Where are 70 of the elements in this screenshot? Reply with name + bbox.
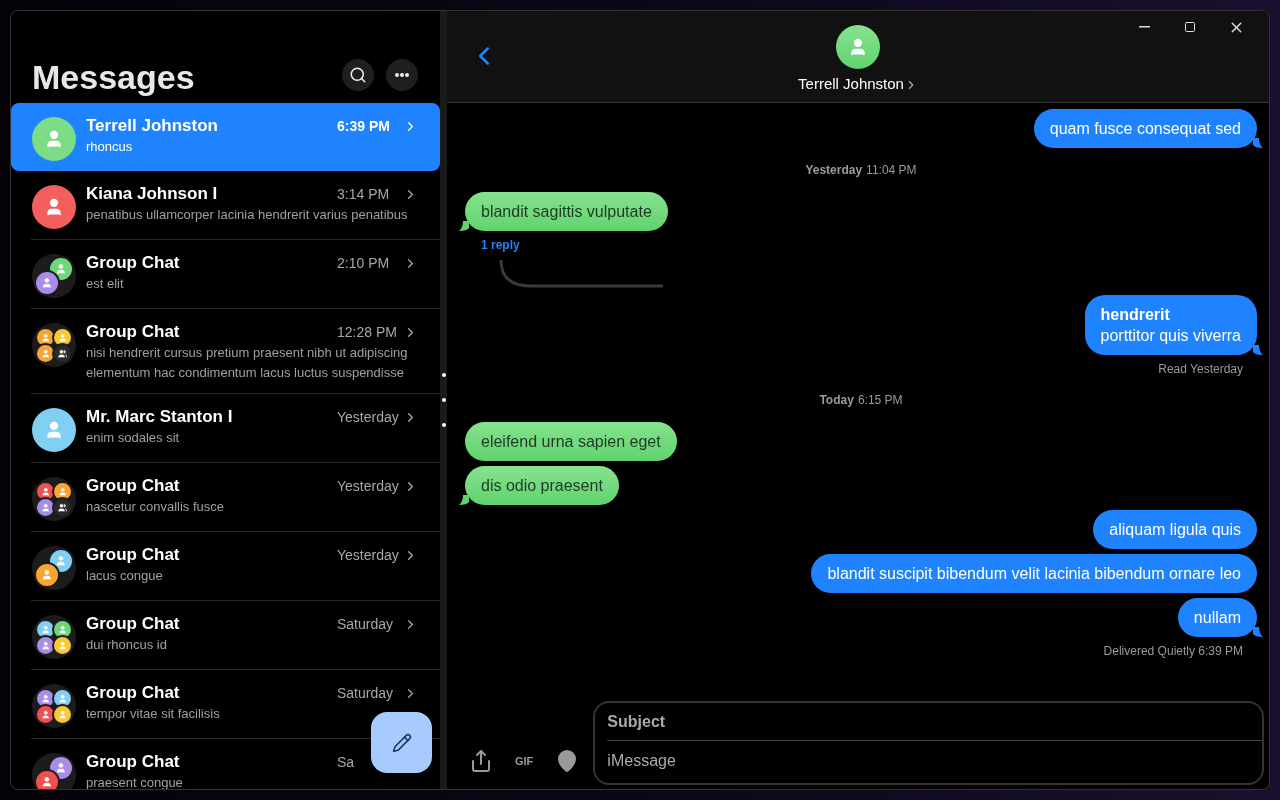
search-icon <box>349 66 367 84</box>
contact-name: Group Chat <box>86 252 180 274</box>
drag-handle-icon[interactable] <box>441 373 446 427</box>
message-preview: rhoncus <box>86 138 134 156</box>
app-title: Messages <box>32 57 195 97</box>
message-time: Yesterday <box>337 476 400 496</box>
subject-field[interactable]: Subject <box>607 703 1262 741</box>
message-bubble: blandit sagittis vulputate <box>465 192 668 231</box>
delivery-status: Delivered Quietly 6:39 PM <box>1103 643 1243 660</box>
message-preview: tempor vitae sit facilisis <box>86 705 221 723</box>
message-preview: enim sodales sit <box>86 429 181 447</box>
message-bubble: eleifend urna sapien eget <box>465 422 677 461</box>
timestamp-day: Yesterday <box>805 161 863 179</box>
message-time: 2:10 PM <box>337 253 391 273</box>
more-button[interactable] <box>386 59 418 91</box>
conversation-item[interactable]: Group Chat Saturday dui rhoncus id <box>11 601 440 669</box>
message-time: Saturday <box>337 614 395 634</box>
message-preview: est elit <box>86 275 125 293</box>
more-icon <box>395 73 409 77</box>
contact-name-button[interactable]: Terrell Johnston <box>798 73 918 96</box>
message-composer-field[interactable]: Subject iMessage <box>593 701 1264 785</box>
pencil-icon <box>391 732 412 753</box>
search-button[interactable] <box>342 59 374 91</box>
contact-name: Group Chat <box>86 321 180 343</box>
message-time: 3:14 PM <box>337 184 391 204</box>
compose-button[interactable] <box>371 712 432 773</box>
contact-name: Group Chat <box>86 613 180 635</box>
conversation-item[interactable]: Group Chat 2:10 PM est elit <box>11 240 440 308</box>
share-button[interactable] <box>469 749 493 773</box>
delivery-status: Read Yesterday <box>1158 361 1243 378</box>
message-preview: nascetur convallis fusce <box>86 498 225 516</box>
conversation-item[interactable]: Kiana Johnson I 3:14 PM penatibus ullamcorper lacinia hendrerit varius penatibus <box>11 171 440 239</box>
contact-name: Terrell Johnston <box>86 115 218 137</box>
message-preview: nisi hendrerit cursus pretium praesent nibh ut adipiscing elementum hac condimentum lacus luctus suspendisse <box>86 344 409 382</box>
message-bubble: hendrerit porttitor quis viverra <box>1084 295 1257 355</box>
message-time: Yesterday <box>337 545 400 565</box>
message-preview: dui rhoncus id <box>86 636 168 654</box>
message-time: Saturday <box>337 683 395 703</box>
message-time: 12:28 PM <box>337 322 398 342</box>
message-bubble: dis odio praesent <box>465 466 619 505</box>
contact-name: Kiana Johnson I <box>86 183 218 205</box>
conversation-item[interactable]: Group Chat Yesterday nascetur convallis fusce <box>11 463 440 531</box>
message-bubble: aliquam ligula quis <box>1093 510 1257 549</box>
message-bubble: quam fusce consequat sed <box>1033 109 1257 148</box>
message-preview: praesent congue <box>86 774 184 789</box>
minimize-icon <box>1138 26 1150 28</box>
message-field[interactable]: iMessage <box>607 741 1262 781</box>
contact-name: Mr. Marc Stanton I <box>86 406 233 428</box>
contact-name: Group Chat <box>86 682 180 704</box>
contact-name: Group Chat <box>86 751 180 773</box>
message-preview: lacus congue <box>86 567 164 585</box>
contact-name: Group Chat <box>86 475 180 497</box>
timestamp-time: 11:04 PM <box>866 162 917 179</box>
maximize-icon <box>1184 21 1196 33</box>
conversation-item[interactable]: Group Chat 12:28 PM nisi hendrerit cursus pretium praesent nibh ut adipiscing elementum hac condimentum lacus luctus suspendisse <box>11 309 440 393</box>
message-bubble: nullam <box>1177 598 1257 637</box>
conversation-item[interactable]: Group Chat Yesterday lacus congue <box>11 532 440 600</box>
reply-link[interactable]: 1 reply <box>481 236 520 254</box>
message-preview: penatibus ullamcorper lacinia hendrerit varius penatibus <box>86 206 409 224</box>
message-bubble: blandit suscipit bibendum velit lacinia bibendum ornare leo <box>811 554 1257 593</box>
conversation-item[interactable]: Terrell Johnston 6:39 PM rhoncus <box>11 103 440 171</box>
message-time: Yesterday <box>337 407 400 427</box>
timestamp-day: Today <box>819 391 854 409</box>
timestamp-time: 6:15 PM <box>857 392 903 409</box>
gif-button[interactable]: GIF <box>515 752 534 770</box>
message-time: 6:39 PM <box>337 116 391 136</box>
conversation-item[interactable]: Mr. Marc Stanton I Yesterday enim sodales sit <box>11 394 440 462</box>
message-time: Sa <box>337 752 356 772</box>
contact-avatar-icon <box>836 25 880 70</box>
contact-name: Group Chat <box>86 544 180 566</box>
